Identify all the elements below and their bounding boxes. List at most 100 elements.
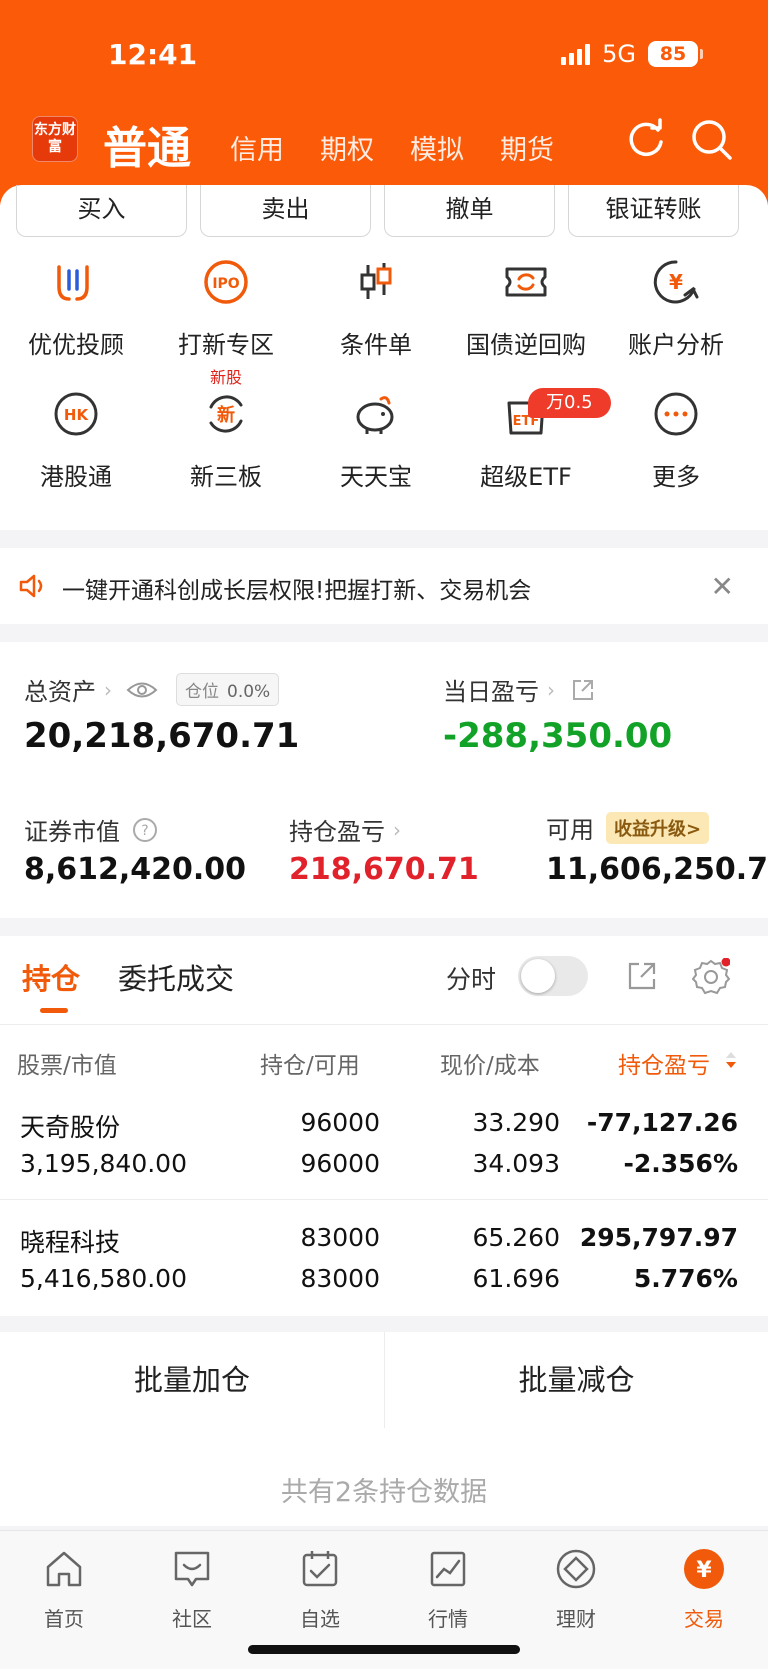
feature-uu-advisor[interactable]: 优优投顾 xyxy=(1,257,151,360)
feature-hk-connect[interactable]: HK 港股通 xyxy=(1,389,151,492)
holding-pl-label: 持仓盈亏 xyxy=(289,818,385,846)
fenshi-toggle[interactable] xyxy=(518,956,588,996)
divider xyxy=(0,1024,768,1025)
feature-condition-order[interactable]: 条件单 xyxy=(301,257,451,360)
eye-icon[interactable] xyxy=(126,679,158,701)
svg-text:¥: ¥ xyxy=(696,1558,712,1583)
account-type-tabs: 信用 期权 模拟 期货 xyxy=(230,128,590,167)
cancel-order-button[interactable]: 撤单 xyxy=(384,185,555,237)
feature-label: 打新专区 xyxy=(178,331,274,359)
feature-label: 账户分析 xyxy=(628,331,724,359)
feature-label: 新三板 xyxy=(190,463,262,491)
quick-actions: 买入 卖出 撤单 银证转账 xyxy=(16,185,739,237)
feature-more[interactable]: 更多 xyxy=(601,389,751,492)
nav-watchlist[interactable]: 自选 xyxy=(256,1547,384,1632)
position-ratio-label: 仓位 xyxy=(185,682,219,702)
available-value: 11,606,250.71 xyxy=(546,852,768,887)
home-icon xyxy=(46,1551,82,1587)
feature-repo[interactable]: 国债逆回购 xyxy=(451,257,601,360)
holding-pl-value: 218,670.71 xyxy=(289,852,479,887)
nav-label: 自选 xyxy=(300,1607,340,1631)
stock-name: 晓程科技 xyxy=(20,1228,121,1257)
tab-simulation[interactable]: 模拟 xyxy=(410,128,500,167)
feature-label: 优优投顾 xyxy=(28,331,124,359)
tab-credit[interactable]: 信用 xyxy=(230,128,320,167)
holding-qty: 96000 xyxy=(300,1108,380,1137)
asset-summary: 总资产 › 仓位 0.0% 20,218,670.71 当日盈亏 › -288,3… xyxy=(0,642,768,918)
speaker-icon xyxy=(19,574,43,598)
status-time: 12:41 xyxy=(108,38,198,71)
chevron-right-icon: › xyxy=(104,677,112,702)
feature-label: 国债逆回购 xyxy=(466,331,586,359)
trade-menu-card: 买入 卖出 撤单 银证转账 优优投顾 IPO 打新专区 新股 条件单 国债逆回购… xyxy=(0,185,768,530)
divider xyxy=(0,1199,768,1200)
feature-label: 更多 xyxy=(652,463,700,491)
feature-label: 条件单 xyxy=(340,331,412,359)
feature-new-three-board[interactable]: 新 新三板 xyxy=(151,389,301,492)
signal-icon xyxy=(561,43,591,65)
daily-pl-header[interactable]: 当日盈亏 › xyxy=(443,672,595,707)
total-assets-value: 20,218,670.71 xyxy=(24,716,300,756)
holding-pl-header[interactable]: 持仓盈亏 › xyxy=(289,812,401,847)
sell-button[interactable]: 卖出 xyxy=(200,185,371,237)
nav-trade[interactable]: ¥ 交易 xyxy=(640,1547,768,1632)
svg-text:¥: ¥ xyxy=(669,270,683,294)
logo-text: 东方财富 xyxy=(34,122,76,155)
col-header-pl[interactable]: 持仓盈亏 xyxy=(618,1046,710,1080)
help-icon[interactable]: ? xyxy=(132,817,158,843)
section-gap xyxy=(0,1316,768,1332)
notice-bar[interactable]: 一键开通科创成长层权限!把握打新、交易机会 ✕ xyxy=(0,548,768,624)
nav-label: 理财 xyxy=(556,1607,596,1631)
tab-futures[interactable]: 期货 xyxy=(500,128,590,167)
tab-normal[interactable]: 普通 xyxy=(103,112,191,176)
search-icon[interactable] xyxy=(690,118,734,162)
app-header: 12:41 5G 85 东方财富 普通 信用 期权 模拟 期货 xyxy=(0,0,768,205)
tab-holdings[interactable]: 持仓 xyxy=(22,956,80,998)
feature-account-analysis[interactable]: ¥ 账户分析 xyxy=(601,257,751,360)
external-link-icon[interactable] xyxy=(571,678,595,702)
cost-price: 34.093 xyxy=(472,1149,560,1178)
wealth-icon xyxy=(556,1549,596,1589)
nav-community[interactable]: 社区 xyxy=(128,1547,256,1632)
col-header-stock: 股票/市值 xyxy=(17,1053,117,1079)
feature-tiantianbao[interactable]: 天天宝 xyxy=(301,389,451,492)
bank-transfer-button[interactable]: 银证转账 xyxy=(568,185,739,237)
share-icon[interactable] xyxy=(626,960,658,992)
settings-icon[interactable] xyxy=(692,958,730,996)
batch-add-button[interactable]: 批量加仓 xyxy=(0,1332,384,1428)
current-price: 65.260 xyxy=(472,1223,560,1252)
total-assets-label: 总资产 xyxy=(24,678,96,706)
feature-ipo-zone[interactable]: IPO 打新专区 新股 xyxy=(151,257,301,388)
feature-label: 港股通 xyxy=(40,463,112,491)
sort-icon[interactable] xyxy=(724,1048,738,1072)
buy-button[interactable]: 买入 xyxy=(16,185,187,237)
positions-count: 共有2条持仓数据 xyxy=(280,1477,488,1508)
tab-orders[interactable]: 委托成交 xyxy=(118,956,234,998)
feature-label: 超级ETF xyxy=(480,463,572,491)
market-value-header: 证券市值 ? xyxy=(24,812,158,847)
nav-market[interactable]: 行情 xyxy=(384,1547,512,1632)
svg-text:新: 新 xyxy=(217,404,235,426)
batch-reduce-button[interactable]: 批量减仓 xyxy=(384,1332,768,1428)
nav-wealth[interactable]: 理财 xyxy=(512,1547,640,1632)
nav-home[interactable]: 首页 xyxy=(0,1547,128,1632)
tab-options[interactable]: 期权 xyxy=(320,128,410,167)
available-label: 可用 xyxy=(546,816,594,844)
condition-order-icon xyxy=(360,263,392,299)
close-icon[interactable]: ✕ xyxy=(711,570,734,603)
position-pl-pct: 5.776% xyxy=(633,1264,738,1293)
svg-text:HK: HK xyxy=(64,406,90,424)
trade-icon: ¥ xyxy=(684,1549,724,1589)
refresh-icon[interactable] xyxy=(624,118,668,162)
toggle-knob xyxy=(521,959,555,993)
upgrade-badge[interactable]: 收益升级> xyxy=(606,811,710,844)
total-assets-header[interactable]: 总资产 › 仓位 0.0% xyxy=(24,672,280,707)
position-ratio-badge: 仓位 0.0% xyxy=(176,673,280,706)
col-header-holding: 持仓/可用 xyxy=(260,1053,360,1079)
more-icon xyxy=(654,392,698,436)
positions-panel: 持仓 委托成交 分时 股票/市值 持仓/可用 现价/成本 持仓盈亏 天奇股份 3… xyxy=(0,936,768,1526)
market-value: 8,612,420.00 xyxy=(24,852,247,887)
cost-price: 61.696 xyxy=(472,1264,560,1293)
nav-label: 交易 xyxy=(684,1607,724,1631)
stock-market-value: 3,195,840.00 xyxy=(20,1149,187,1178)
